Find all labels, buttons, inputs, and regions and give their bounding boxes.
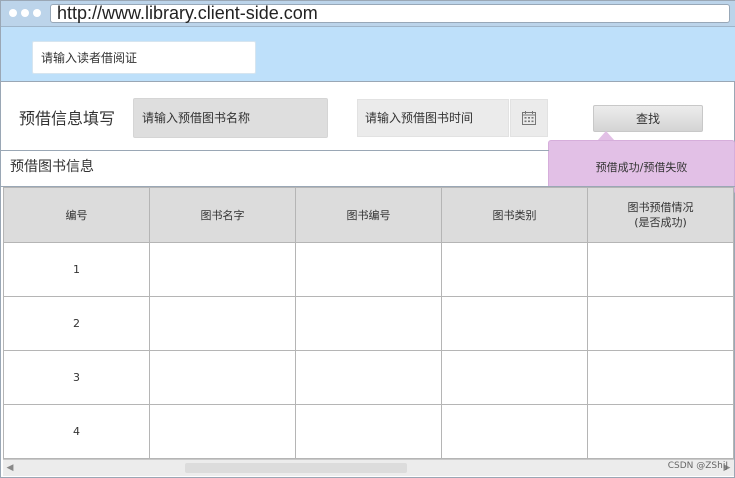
cell-id: 3 (3, 350, 150, 405)
window-dot-icon[interactable] (33, 9, 41, 17)
tooltip-text: 预借成功/预借失败 (595, 161, 688, 174)
reader-card-input[interactable] (32, 41, 256, 74)
cell-book-name (149, 350, 296, 405)
cell-reservation-status (587, 242, 734, 297)
cell-book-number (295, 404, 442, 459)
cell-reservation-status (587, 296, 734, 351)
search-button[interactable]: 查找 (593, 105, 703, 132)
browser-title-bar: http://www.library.client-side.com (1, 1, 735, 27)
cell-book-number (295, 242, 442, 297)
reservation-table: 编号 图书名字 图书编号 图书类别 图书预借情况 (是否成功) 1 2 3 4 (3, 187, 734, 459)
table-row: 4 (3, 404, 734, 459)
calendar-button[interactable] (510, 99, 548, 137)
cell-book-category (441, 296, 588, 351)
table-row: 2 (3, 296, 734, 351)
section-title: 预借图书信息 (10, 159, 94, 175)
cell-book-name (149, 242, 296, 297)
scroll-left-icon[interactable]: ◀ (3, 460, 17, 476)
calendar-icon (522, 111, 536, 125)
window-dot-icon[interactable] (21, 9, 29, 17)
cell-book-category (441, 242, 588, 297)
cell-id: 4 (3, 404, 150, 459)
cell-id: 1 (3, 242, 150, 297)
cell-book-number (295, 296, 442, 351)
address-bar[interactable]: http://www.library.client-side.com (50, 4, 730, 23)
book-name-input[interactable] (133, 98, 328, 138)
window-dot-icon[interactable] (9, 9, 17, 17)
cell-book-name (149, 404, 296, 459)
horizontal-scrollbar[interactable]: ◀ ▶ (3, 459, 734, 476)
cell-reservation-status (587, 350, 734, 405)
column-header-book-name: 图书名字 (149, 187, 296, 243)
column-header-book-category: 图书类别 (441, 187, 588, 243)
scrollbar-thumb[interactable] (185, 463, 407, 473)
cell-book-name (149, 296, 296, 351)
column-header-book-number: 图书编号 (295, 187, 442, 243)
cell-id: 2 (3, 296, 150, 351)
table-header-row: 编号 图书名字 图书编号 图书类别 图书预借情况 (是否成功) (3, 187, 734, 243)
table-row: 1 (3, 242, 734, 297)
form-label: 预借信息填写 (19, 109, 116, 128)
watermark: CSDN @ZShiJ (667, 461, 728, 471)
cell-book-category (441, 350, 588, 405)
cell-book-category (441, 404, 588, 459)
reserve-date-input[interactable] (357, 99, 509, 137)
browser-window: http://www.library.client-side.com 预借信息填… (0, 0, 735, 478)
divider (1, 150, 549, 151)
window-controls (9, 9, 41, 17)
cell-reservation-status (587, 404, 734, 459)
column-header-reservation-status: 图书预借情况 (是否成功) (587, 187, 734, 243)
cell-book-number (295, 350, 442, 405)
table-row: 3 (3, 350, 734, 405)
column-header-id: 编号 (3, 187, 150, 243)
